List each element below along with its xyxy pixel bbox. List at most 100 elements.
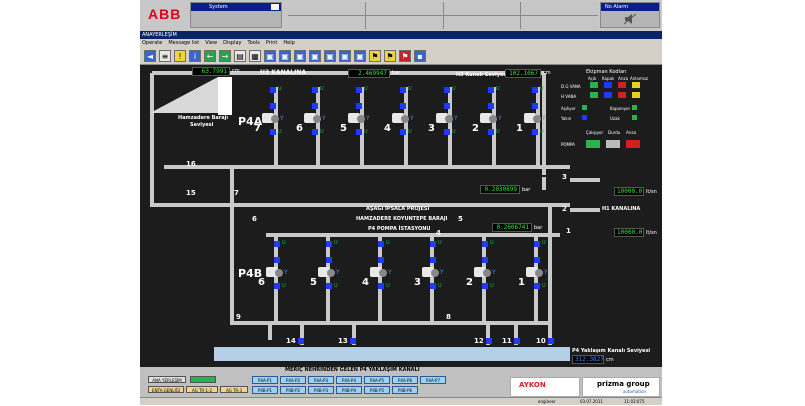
- status-green-button[interactable]: [190, 376, 216, 383]
- menu-display[interactable]: Display: [223, 39, 241, 47]
- flag-icon[interactable]: ⚑: [369, 49, 381, 62]
- no-alarm-panel[interactable]: No Alarm: [600, 2, 660, 28]
- menu-message-list[interactable]: Message list: [168, 39, 199, 47]
- panel-icon[interactable]: ▣: [264, 49, 276, 62]
- bottom-valve-11[interactable]: 11: [502, 337, 512, 345]
- valve-lower-status: U: [490, 283, 494, 289]
- valve-9[interactable]: 9: [236, 313, 241, 321]
- menu-help[interactable]: Help: [283, 39, 294, 47]
- bottom-valve-13[interactable]: 13: [338, 337, 348, 345]
- valve-6[interactable]: 6: [252, 215, 257, 223]
- panel-icon[interactable]: ▣: [294, 49, 306, 62]
- pump-nav-button-p4b-p4[interactable]: P4B-P4: [336, 386, 362, 394]
- info-icon[interactable]: i: [189, 49, 201, 62]
- valve-3[interactable]: 3: [562, 173, 567, 181]
- warning-icon[interactable]: !: [174, 49, 186, 62]
- pump-nav-button-p4b-p3[interactable]: P4B-P3: [308, 386, 334, 394]
- p4b-pump[interactable]: U Y U 1: [518, 240, 552, 301]
- flag-icon[interactable]: ⚑: [384, 49, 396, 62]
- valve-15[interactable]: 15: [186, 189, 196, 197]
- menu-tools[interactable]: Tools: [248, 39, 260, 47]
- p4b-pump-number: 2: [466, 277, 473, 288]
- p4a-pump[interactable]: U Y U 5: [340, 86, 374, 147]
- pump-body-icon: [489, 115, 497, 123]
- print-icon[interactable]: ▤: [234, 49, 246, 62]
- valve-16[interactable]: 16: [186, 160, 196, 168]
- p4b-pump-number: 6: [258, 277, 265, 288]
- list-icon[interactable]: ≡: [159, 49, 171, 62]
- panel-icon[interactable]: ▣: [279, 49, 291, 62]
- pump-y-status: Y: [492, 269, 496, 276]
- alarm-cell[interactable]: [365, 16, 443, 29]
- alarm-cell[interactable]: [521, 2, 598, 15]
- valve-lower-icon: [274, 283, 280, 289]
- valve-1[interactable]: 1: [566, 227, 571, 235]
- valve-2[interactable]: 2: [562, 205, 567, 213]
- energy-button[interactable]: ENTA.GENLİĞİ: [148, 386, 184, 393]
- valve-upper-status: U: [364, 86, 368, 92]
- bottom-valve-12[interactable]: 12: [474, 337, 484, 345]
- valve-8[interactable]: 8: [446, 313, 451, 321]
- ag-tr-1-2-button[interactable]: AG TR-1-2: [186, 386, 218, 393]
- valve-upper-status: U: [452, 86, 456, 92]
- save-icon[interactable]: ▪: [414, 49, 426, 62]
- pump-nav-button-p4b-p6[interactable]: P4B-P6: [392, 386, 418, 394]
- menu-print[interactable]: Print: [266, 39, 278, 47]
- p4a-pump-number: 6: [296, 123, 303, 134]
- valve-7[interactable]: 7: [234, 189, 239, 197]
- pump-nav-button-p4b-p5[interactable]: P4B-P5: [364, 386, 390, 394]
- flag-icon[interactable]: ⚑: [399, 49, 411, 62]
- valve-5[interactable]: 5: [458, 215, 463, 223]
- pump-nav-button-p4b-p2[interactable]: P4B-P2: [280, 386, 306, 394]
- pump-nav-button-p4a-p7[interactable]: P4A-P7: [420, 376, 446, 384]
- p4a-pump[interactable]: U Y U 6: [296, 86, 330, 147]
- pump-nav-button-p4a-p3[interactable]: P4A-P3: [308, 376, 334, 384]
- prizma-logo: prizma group automation: [582, 377, 660, 397]
- alarm-cell[interactable]: [521, 16, 598, 29]
- p4a-pump-number: 5: [340, 123, 347, 134]
- alarm-cell[interactable]: [365, 2, 443, 15]
- alarm-cell[interactable]: [288, 2, 365, 15]
- valve-upper-status: U: [278, 86, 282, 92]
- panel-icon[interactable]: ▣: [354, 49, 366, 62]
- p4a-pump[interactable]: U Y U 7: [254, 86, 288, 147]
- panel-icon[interactable]: ▣: [309, 49, 321, 62]
- p4b-pump[interactable]: U Y U 5: [310, 240, 344, 301]
- system-alarm-panel[interactable]: System: [190, 2, 282, 28]
- process-canvas: 63.7991 cm Hamzadere Barajı Seviyesi H3 …: [140, 65, 662, 367]
- prev-icon[interactable]: ◄: [144, 49, 156, 62]
- pump-nav-button-p4b-p1[interactable]: P4B-P1: [252, 386, 278, 394]
- pump-nav-button-p4a-p2[interactable]: P4A-P2: [280, 376, 306, 384]
- pump-fault-icon: [626, 140, 640, 148]
- p4a-pump[interactable]: U Y U 2: [472, 86, 506, 147]
- ag-tr-3-button[interactable]: AG TR-3: [220, 386, 248, 393]
- valve-4[interactable]: 4: [436, 229, 441, 237]
- p4b-pump[interactable]: U Y U 3: [414, 240, 448, 301]
- alarm-cell[interactable]: [288, 16, 365, 29]
- pump-nav-button-p4a-p6[interactable]: P4A-P6: [392, 376, 418, 384]
- alarm-cell[interactable]: [443, 16, 521, 29]
- valve-upper-icon: [430, 241, 436, 247]
- pump-nav-button-p4a-p5[interactable]: P4A-P5: [364, 376, 390, 384]
- menu-operate[interactable]: Operate: [142, 39, 162, 47]
- bottom-valve-14[interactable]: 14: [286, 337, 296, 345]
- legend-open-icon: [590, 82, 598, 88]
- legend-stopped: Durdu: [608, 130, 621, 135]
- grid-icon[interactable]: ▦: [249, 49, 261, 62]
- panel-icon[interactable]: ▣: [339, 49, 351, 62]
- menu-view[interactable]: View: [205, 39, 217, 47]
- alarm-cell[interactable]: [443, 2, 521, 15]
- back-icon[interactable]: ←: [204, 49, 216, 62]
- panel-icon[interactable]: ▣: [324, 49, 336, 62]
- pump-nav-button-p4a-p4[interactable]: P4A-P4: [336, 376, 362, 384]
- forward-icon[interactable]: →: [219, 49, 231, 62]
- p4a-pump[interactable]: U Y U 4: [384, 86, 418, 147]
- p4b-pump[interactable]: U Y U 2: [466, 240, 500, 301]
- p4a-pump[interactable]: U Y U 3: [428, 86, 462, 147]
- p4b-pump[interactable]: U Y U 4: [362, 240, 396, 301]
- p4a-pump[interactable]: U Y U 1: [516, 86, 550, 147]
- pump-nav-button-p4a-p1[interactable]: P4A-P1: [252, 376, 278, 384]
- p4b-pump[interactable]: U Y U 6: [258, 240, 292, 301]
- bottom-valve-10[interactable]: 10: [536, 337, 546, 345]
- main-layout-button[interactable]: ANA YERLEŞİM: [148, 376, 186, 383]
